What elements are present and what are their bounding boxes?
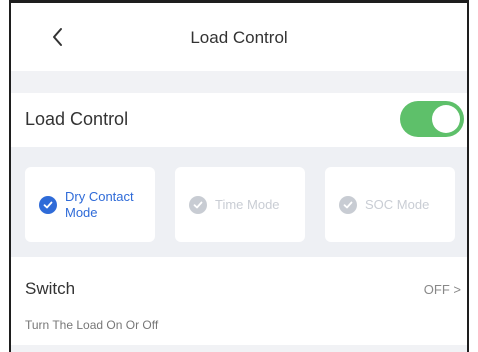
mode-label: SOC Mode: [365, 196, 430, 212]
page-title: Load Control: [190, 28, 288, 47]
switch-value[interactable]: OFF >: [424, 282, 461, 297]
switch-label: Switch: [25, 279, 76, 298]
check-circle-icon: [339, 195, 357, 214]
section-divider: [11, 71, 467, 93]
mode-selector: Dry Contact Mode Time Mode SOC Mode: [11, 147, 467, 257]
load-control-row: Load Control: [11, 93, 467, 147]
mode-soc[interactable]: SOC Mode: [325, 167, 455, 242]
mode-time[interactable]: Time Mode: [175, 167, 305, 242]
switch-status: OFF: [423, 282, 450, 297]
chevron-right-icon: >: [453, 282, 461, 297]
check-circle-icon: [39, 195, 57, 214]
mode-label: Dry Contact Mode: [65, 188, 134, 220]
app-frame: Load Control Load Control Dry Contact Mod…: [9, 0, 469, 352]
mode-label: Time Mode: [215, 196, 280, 212]
switch-row[interactable]: Switch OFF > Turn The Load On Or Off: [11, 257, 467, 345]
switch-description: Turn The Load On Or Off: [25, 318, 159, 332]
mode-dry-contact[interactable]: Dry Contact Mode: [25, 167, 155, 242]
toggle-knob: [432, 105, 460, 133]
check-circle-icon: [189, 195, 207, 214]
load-control-toggle[interactable]: [400, 101, 464, 137]
header-bar: Load Control: [11, 3, 467, 71]
bottom-divider: [11, 345, 467, 352]
load-control-label: Load Control: [25, 109, 129, 129]
